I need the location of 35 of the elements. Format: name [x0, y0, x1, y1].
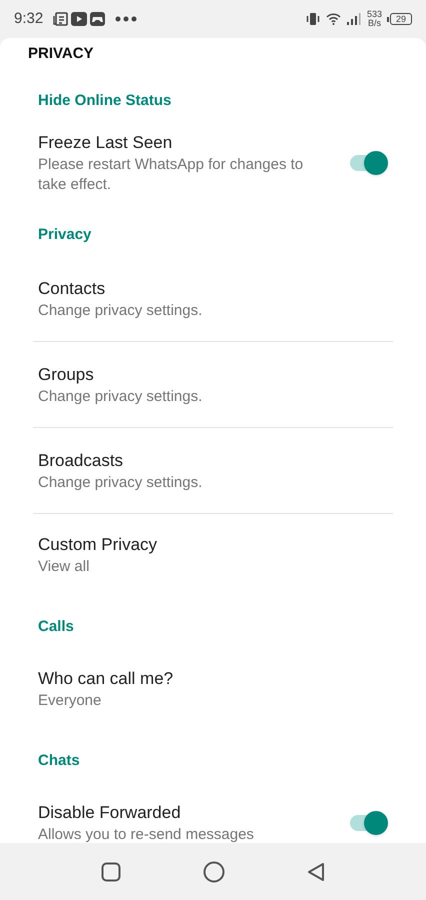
play-icon	[71, 12, 88, 26]
setting-description: Allows you to re-send messages	[38, 825, 255, 843]
status-time: 9:32	[14, 8, 44, 29]
signal-icon	[346, 13, 361, 25]
setting-description: View all	[38, 557, 90, 577]
section-header: Calls	[38, 616, 74, 636]
home-icon[interactable]	[203, 860, 225, 882]
toggle-switch[interactable]	[348, 151, 388, 175]
section-header: Chats	[38, 750, 80, 770]
vibrate-icon	[306, 12, 320, 26]
section-header: Privacy	[38, 224, 92, 244]
setting-title[interactable]: Disable Forwarded	[38, 801, 348, 825]
setting-description: Everyone	[38, 691, 102, 711]
setting-description: Change privacy settings.	[38, 386, 204, 406]
gamepad-icon	[90, 12, 106, 26]
setting-title[interactable]: Freeze Last Seen	[38, 131, 348, 155]
section-header: Hide Online Status	[38, 90, 172, 110]
recent-apps-icon[interactable]	[101, 862, 121, 882]
setting-title[interactable]: Groups	[38, 362, 388, 386]
battery-icon: 29	[387, 13, 412, 25]
setting-description: Change privacy settings.	[38, 300, 204, 320]
setting-title[interactable]: Custom Privacy	[38, 533, 388, 557]
back-icon[interactable]	[307, 862, 325, 882]
speed-unit: B/s	[368, 19, 381, 28]
news-icon	[53, 12, 68, 26]
speed-value: 533	[366, 10, 382, 19]
page-title: PRIVACY	[28, 44, 94, 64]
setting-title[interactable]: Broadcasts	[38, 448, 388, 472]
setting-title[interactable]: Who can call me?	[38, 667, 388, 691]
setting-description: Change privacy settings.	[38, 472, 204, 492]
toggle-switch[interactable]	[348, 811, 388, 835]
more-dots-icon	[115, 16, 138, 22]
setting-title[interactable]: Contacts	[38, 276, 388, 300]
wifi-icon	[326, 13, 341, 25]
setting-description: Please restart WhatsApp for changes to take effect.	[38, 155, 304, 195]
